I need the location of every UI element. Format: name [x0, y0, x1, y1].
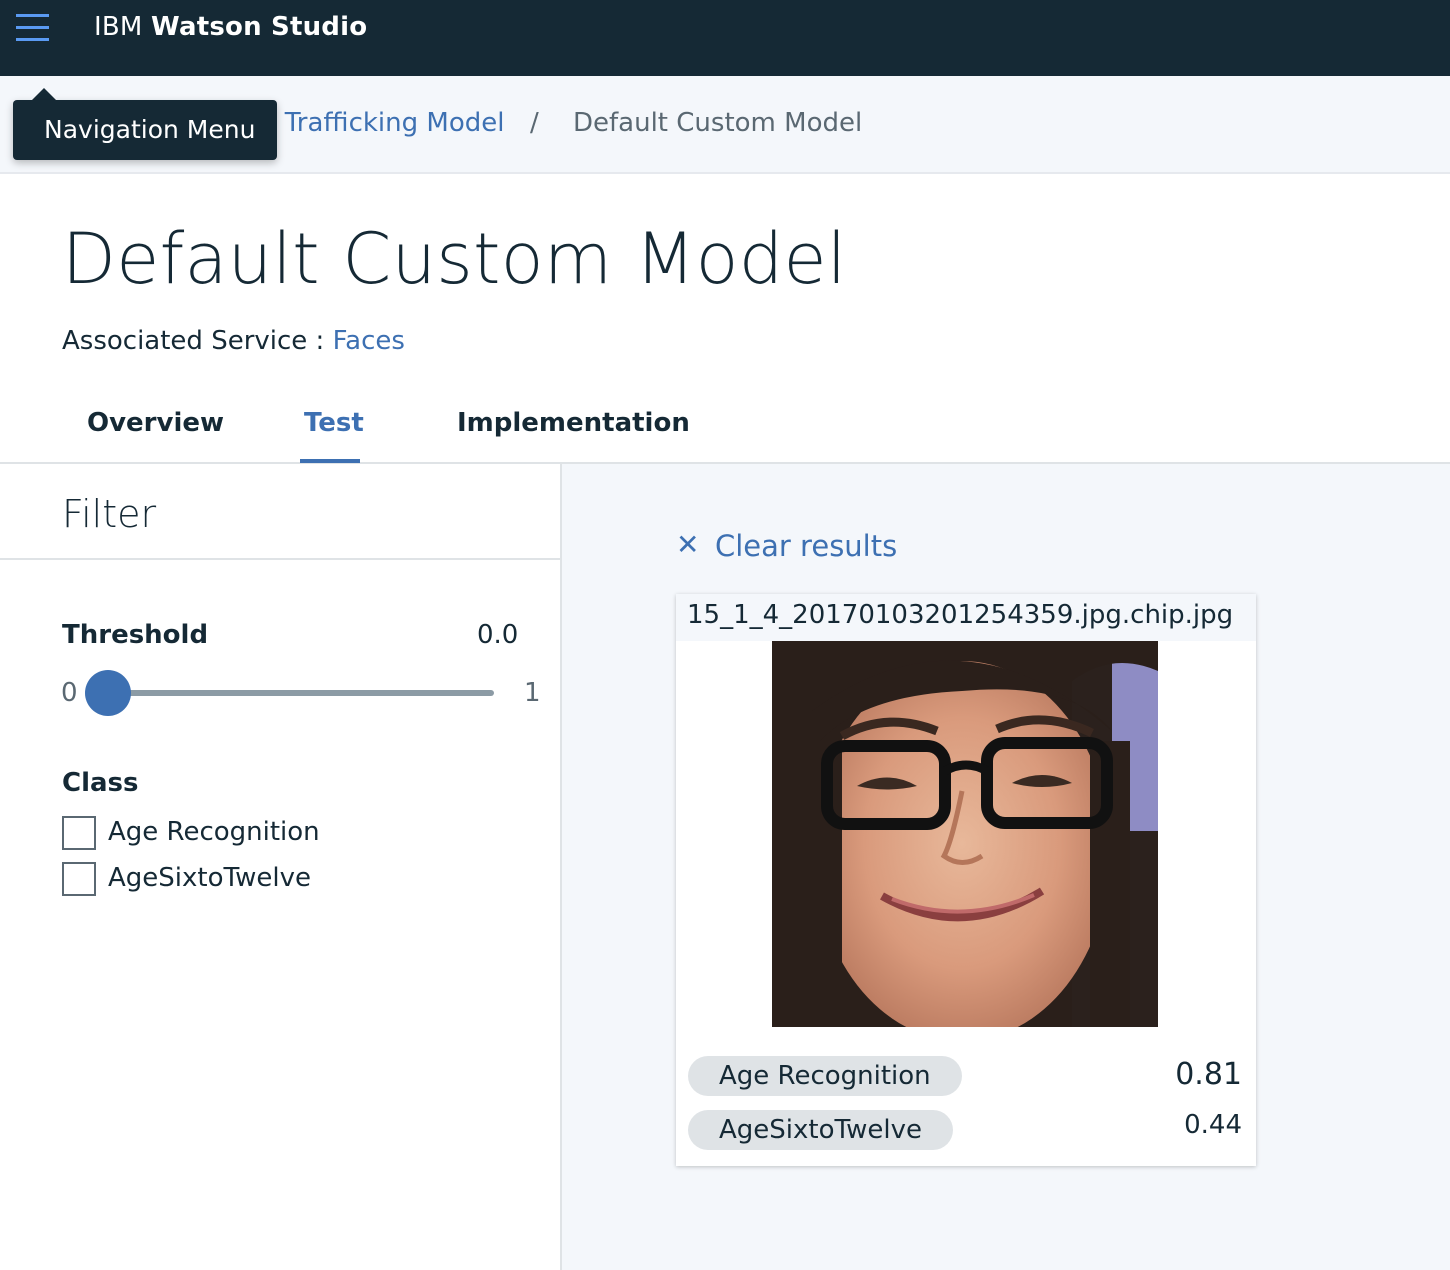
filter-title: Filter	[62, 492, 157, 536]
breadcrumb-parent-link[interactable]: n Trafficking Model	[260, 108, 504, 138]
top-navigation-bar: IBM Watson Studio	[0, 0, 1450, 76]
results-area: ✕ Clear results 15_1_4_20170103201254359…	[562, 464, 1450, 1270]
checkbox-label: Age Recognition	[108, 817, 320, 847]
tab-overview[interactable]: Overview	[87, 408, 224, 438]
tab-test[interactable]: Test	[304, 408, 364, 438]
result-filename: 15_1_4_20170103201254359.jpg.chip.jpg	[687, 600, 1234, 630]
slider-min-label: 0	[61, 678, 78, 708]
face-photo	[772, 641, 1158, 1027]
class-label: Class	[62, 768, 139, 798]
tab-implementation[interactable]: Implementation	[457, 408, 690, 438]
class-score: 0.44	[1184, 1110, 1242, 1140]
filter-panel: Filter Threshold 0.0 0 1 Class Age Recog…	[0, 464, 562, 1270]
active-tab-indicator	[300, 459, 360, 463]
tab-bar: Overview Test Implementation	[0, 390, 1450, 464]
app-brand[interactable]: IBM Watson Studio	[94, 12, 367, 42]
associated-service-link[interactable]: Faces	[333, 326, 405, 356]
result-filename-bar: 15_1_4_20170103201254359.jpg.chip.jpg	[676, 594, 1256, 641]
class-tag: AgeSixtoTwelve	[688, 1110, 953, 1150]
class-option-age-recognition[interactable]: Age Recognition	[62, 816, 322, 852]
clear-results-label: Clear results	[715, 529, 898, 563]
navigation-menu-tooltip: Navigation Menu	[13, 100, 277, 160]
checkbox[interactable]	[62, 816, 96, 850]
breadcrumb-separator: /	[530, 108, 539, 138]
result-card[interactable]: 15_1_4_20170103201254359.jpg.chip.jpg Ag…	[676, 594, 1256, 1166]
threshold-slider-handle[interactable]	[85, 670, 131, 716]
associated-service: Associated Service : Faces	[62, 326, 405, 356]
threshold-label: Threshold	[62, 620, 209, 650]
tooltip-text: Navigation Menu	[44, 115, 256, 144]
class-tag: Age Recognition	[688, 1056, 962, 1096]
brand-name: Watson Studio	[151, 12, 368, 42]
filter-header: Filter	[0, 464, 560, 560]
threshold-slider-track[interactable]	[108, 690, 494, 696]
class-option-age-six-to-twelve[interactable]: AgeSixtoTwelve	[62, 862, 322, 898]
associated-service-label: Associated Service :	[62, 326, 333, 356]
score-row: Age Recognition 0.81	[688, 1056, 1242, 1096]
brand-prefix: IBM	[94, 12, 143, 42]
threshold-value: 0.0	[477, 620, 519, 650]
checkbox-label: AgeSixtoTwelve	[108, 863, 311, 893]
page-title: Default Custom Model	[62, 218, 847, 300]
close-icon: ✕	[676, 528, 700, 561]
score-row: AgeSixtoTwelve 0.44	[688, 1110, 1242, 1150]
hamburger-menu-icon[interactable]	[0, 0, 64, 64]
class-score: 0.81	[1175, 1057, 1242, 1092]
tooltip-caret	[32, 88, 56, 100]
checkbox[interactable]	[62, 862, 96, 896]
slider-max-label: 1	[524, 678, 541, 708]
breadcrumb-current: Default Custom Model	[573, 108, 863, 138]
